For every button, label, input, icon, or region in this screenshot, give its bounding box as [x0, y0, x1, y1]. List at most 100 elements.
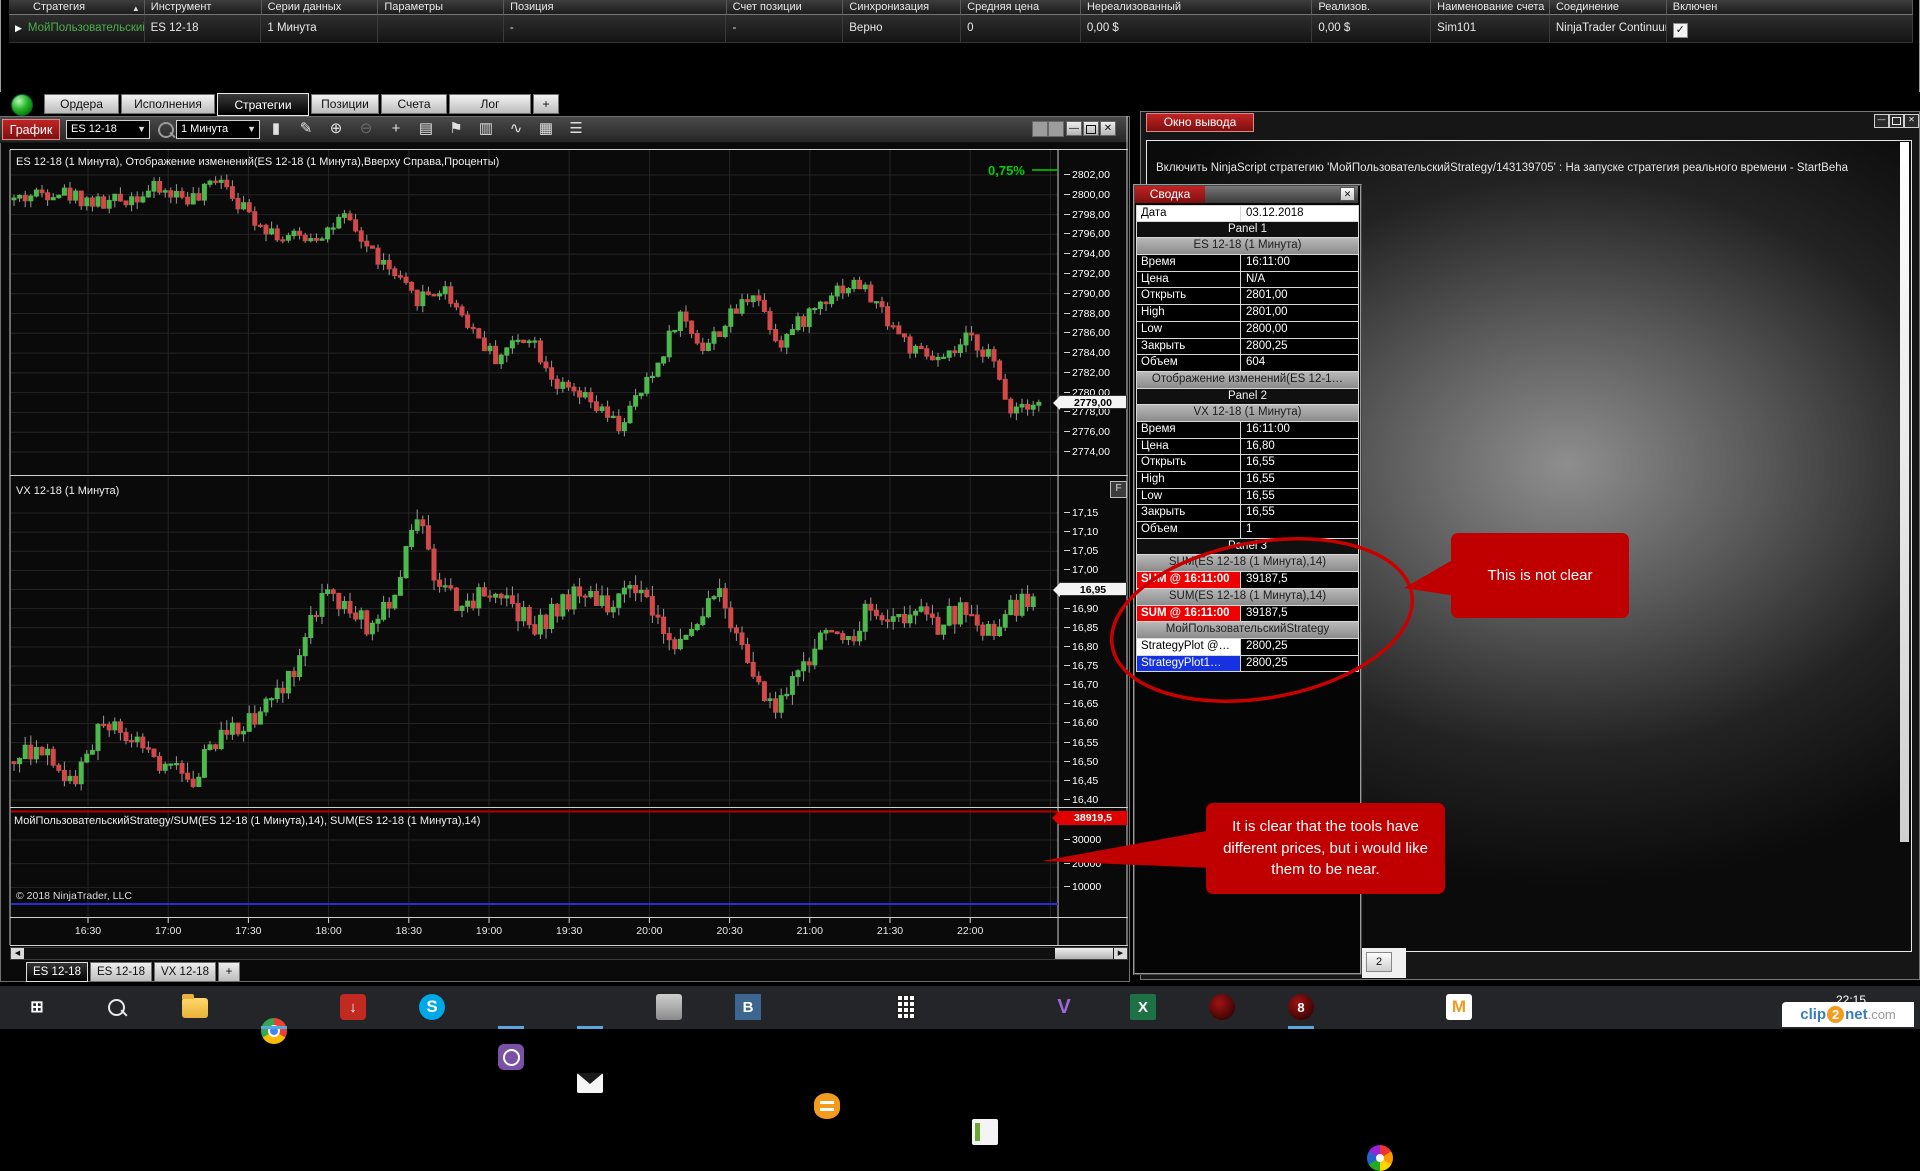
output-scrollbar[interactable] [1900, 142, 1909, 842]
chart-horizontal-scrollbar[interactable]: ◀ ▶ [10, 947, 1128, 960]
chart-tab-VX-12-18[interactable]: VX 12-18 [154, 962, 216, 982]
grid-icon[interactable]: ▦ [535, 118, 557, 140]
grid-column-header[interactable]: Инструмент [144, 0, 262, 15]
grid-cell: NinjaTrader Continuum [1549, 15, 1667, 43]
grid-column-header[interactable]: Включен [1666, 0, 1914, 15]
enabled-checkbox[interactable]: ✓ [1672, 23, 1688, 39]
app-maximize-button[interactable] [1889, 114, 1904, 128]
pencil-icon[interactable]: ✎ [295, 118, 317, 140]
search-icon[interactable] [103, 994, 129, 1020]
grid-column-header[interactable]: Счет позиции [726, 0, 844, 15]
list-icon[interactable]: ☰ [565, 118, 587, 140]
time-axis-tick: 17:30 [235, 925, 262, 937]
panel-grid-icon[interactable] [1032, 121, 1048, 137]
orange-icon[interactable] [814, 1093, 840, 1119]
grid-column-header[interactable]: Соединение [1549, 0, 1667, 15]
flag-icon[interactable]: ⚑ [445, 118, 467, 140]
grid-cell: Верно [843, 15, 962, 43]
output-window-title[interactable]: Окно вывода [1146, 113, 1254, 132]
tab-Исполнения[interactable]: Исполнения [121, 94, 215, 114]
scroll-left-icon[interactable]: ◀ [11, 948, 24, 959]
panel-grid2-icon[interactable] [1048, 121, 1064, 137]
grid-column-header[interactable]: Средняя цена [961, 0, 1081, 15]
visual-studio-icon[interactable]: V [1051, 994, 1077, 1020]
time-axis-tick: 20:30 [716, 925, 743, 937]
summary-kv-row: StrategyPlot1… 2800,25 [1136, 655, 1359, 673]
crosshair-icon[interactable]: + [385, 118, 407, 140]
summary-close-icon[interactable]: ✕ [1340, 187, 1355, 201]
grid-column-header[interactable]: Серии данных [261, 0, 379, 15]
es-axis-tick: 2782,00 [1064, 367, 1110, 379]
mail-icon[interactable] [577, 1073, 603, 1093]
chart-tab-ES-12-18[interactable]: ES 12-18 [26, 962, 88, 982]
grid-column-header[interactable]: Стратегия ▲ [9, 0, 145, 15]
fax-icon[interactable] [656, 994, 682, 1020]
skype-icon[interactable]: S [419, 994, 445, 1020]
pinwheel-icon[interactable] [1367, 1145, 1393, 1171]
grid-column-header[interactable]: Параметры [378, 0, 505, 15]
app-close-button[interactable]: ✕ [1904, 114, 1919, 128]
download-icon[interactable]: ↓ [340, 994, 366, 1020]
grid-column-header[interactable]: Реализов. [1312, 0, 1432, 15]
chart-maximize-button[interactable] [1083, 121, 1099, 136]
chart-window-title[interactable]: График [2, 119, 60, 140]
candlestick-icon[interactable]: ▮ [265, 118, 287, 140]
summary-kv-row: High 2801,00 [1136, 305, 1359, 322]
ninjatrader-icon[interactable] [1209, 994, 1235, 1020]
grid-column-header[interactable]: Синхронизация [843, 0, 962, 15]
tab-Ордера[interactable]: Ордера [44, 94, 119, 114]
excel-icon[interactable]: X [1130, 994, 1156, 1020]
mail-ru-icon[interactable]: M [1446, 994, 1472, 1020]
summary-kv-row: Открыть 16,55 [1136, 455, 1359, 472]
panel2-f-button[interactable]: F [1110, 481, 1127, 498]
chart-close-button[interactable]: ✕ [1100, 121, 1116, 136]
chevron-down-icon: ▼ [137, 124, 146, 134]
viber-icon[interactable] [498, 1044, 524, 1070]
tab-Стратегии[interactable]: Стратегии [217, 93, 309, 116]
chart-tab-ES-12-18[interactable]: ES 12-18 [90, 962, 152, 982]
explorer-icon[interactable] [182, 994, 208, 1018]
tab-Счета[interactable]: Счета [381, 94, 447, 114]
tab-Лог[interactable]: Лог [449, 94, 531, 114]
notes-icon[interactable] [972, 1119, 998, 1145]
tab-+[interactable]: + [533, 94, 559, 114]
vx-axis-tick: 16,55 [1064, 737, 1098, 749]
output-tab-2[interactable]: 2 [1366, 952, 1392, 972]
strategies-grid-row[interactable]: ▶ МойПользовательский: ES 12-18 1 Минута - - В… [9, 15, 1913, 43]
chrome-icon[interactable] [261, 1018, 287, 1044]
zoom-in-icon[interactable]: ⊕ [325, 118, 347, 140]
chart-tab-add[interactable]: + [218, 962, 240, 982]
chart-minimize-button[interactable]: — [1066, 121, 1082, 136]
clip2net-watermark: clip 2 net .com [1782, 1002, 1914, 1027]
summary-kv-row: SUM @ 16:11:00 39187,5 [1136, 605, 1359, 623]
tab-Позиции[interactable]: Позиции [311, 94, 379, 114]
instrument-select[interactable]: ES 12-18 ▼ [66, 120, 150, 139]
strategies-grid: Стратегия ▲ Инструмент Серии данных Параметр… [0, 0, 1920, 92]
ninjatrader8-icon[interactable]: 8 [1288, 994, 1314, 1020]
instrument-search-icon[interactable] [158, 122, 174, 138]
es-last-price-marker: 2779,00 [1053, 395, 1127, 410]
scrollbar-thumb[interactable] [1055, 948, 1113, 959]
summary-kv-row: Объем 604 [1136, 355, 1359, 372]
grid-column-header[interactable]: Позиция [504, 0, 727, 15]
calculator-icon[interactable] [896, 994, 916, 1020]
script-icon[interactable]: ▤ [415, 118, 437, 140]
wave-icon[interactable]: ∿ [505, 118, 527, 140]
grid-column-header[interactable]: Нереализованный [1080, 0, 1313, 15]
bars-icon[interactable]: ▥ [475, 118, 497, 140]
chart-window [0, 116, 1130, 982]
scroll-right-icon[interactable]: ▶ [1114, 948, 1127, 959]
app-minimize-button[interactable]: — [1874, 114, 1889, 128]
windows-start-icon[interactable]: ⊞ [24, 994, 50, 1020]
grid-cell [378, 15, 504, 43]
interval-select[interactable]: 1 Минута ▼ [176, 120, 260, 139]
time-axis-tick: 18:30 [395, 925, 422, 937]
bitrix-icon[interactable]: B [735, 994, 761, 1020]
es-axis-tick: 2784,00 [1064, 347, 1110, 359]
summary-titlebar[interactable] [1205, 186, 1358, 203]
zoom-out-icon[interactable]: ⊖ [355, 118, 377, 140]
vx-axis-tick: 16,90 [1064, 603, 1098, 615]
grid-column-header[interactable]: Наименование счета [1431, 0, 1550, 15]
es-axis-tick: 2794,00 [1064, 248, 1110, 260]
es-axis-tick: 2776,00 [1064, 426, 1110, 438]
